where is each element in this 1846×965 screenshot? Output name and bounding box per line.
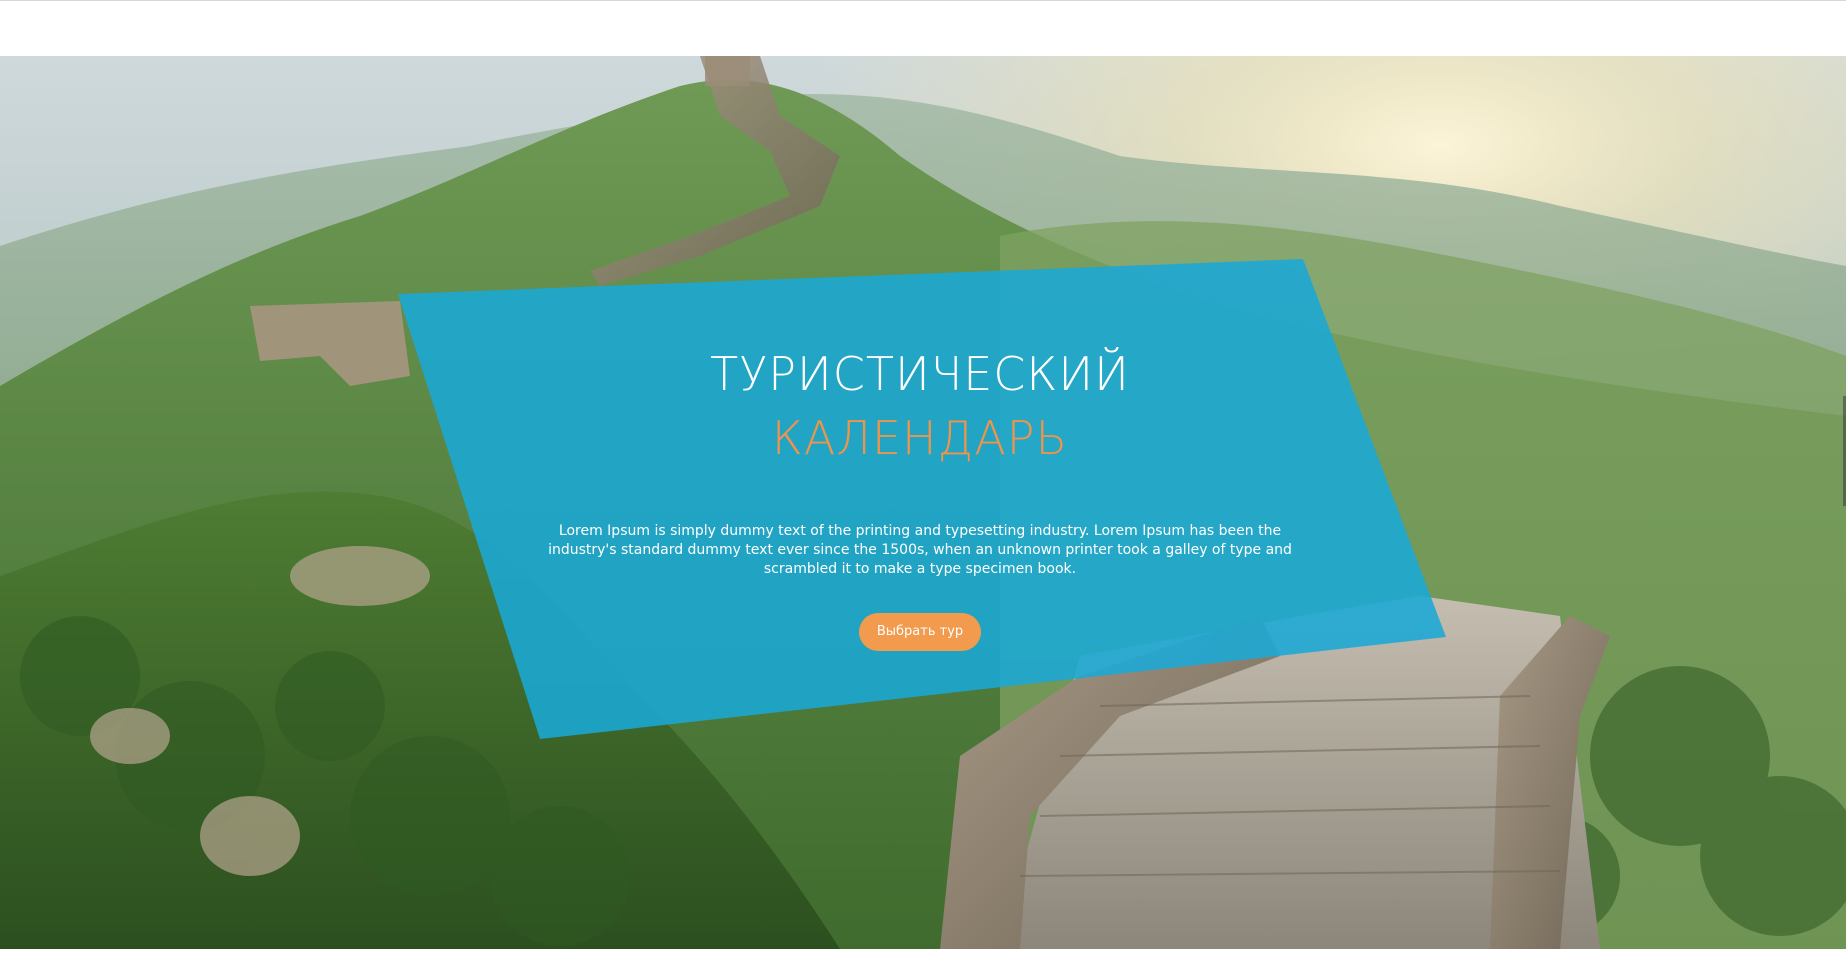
hero-content: ТУРИСТИЧЕСКИЙ КАЛЕНДАРЬ Lorem Ipsum is s… [520, 346, 1320, 651]
bottom-bar [0, 949, 1846, 965]
hero-title-line2: КАЛЕНДАРЬ [771, 411, 1069, 465]
hero-description: Lorem Ipsum is simply dummy text of the … [548, 523, 1292, 577]
hero-section: ТУРИСТИЧЕСКИЙ КАЛЕНДАРЬ Lorem Ipsum is s… [0, 56, 1846, 949]
choose-tour-button[interactable]: Выбрать тур [859, 613, 981, 651]
page: ТУРИСТИЧЕСКИЙ КАЛЕНДАРЬ Lorem Ipsum is s… [0, 0, 1846, 965]
top-bar [0, 0, 1846, 56]
hero-title-line1: ТУРИСТИЧЕСКИЙ [710, 347, 1130, 401]
